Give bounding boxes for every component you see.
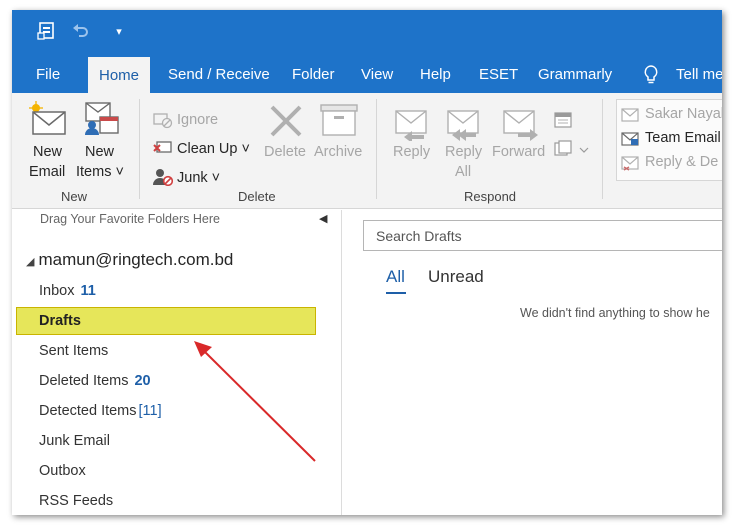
tab-folder[interactable]: Folder	[292, 56, 335, 93]
delete-label: Delete	[264, 144, 306, 160]
ignore-icon	[153, 111, 173, 134]
folder-deleted-items[interactable]: Deleted Items 20	[39, 373, 151, 389]
new-email-icon	[28, 101, 68, 142]
tab-file[interactable]: File	[36, 56, 60, 93]
tab-home[interactable]: Home	[88, 57, 151, 94]
group-label-respond: Respond	[464, 189, 517, 204]
tab-eset[interactable]: ESET	[479, 56, 518, 93]
customize-qat-icon[interactable]: ▾	[108, 21, 130, 43]
team-email-label: Team Email	[645, 130, 721, 146]
quick-step-team-email[interactable]: Team Email	[621, 128, 722, 150]
new-items-label-2: Items ˅	[76, 164, 124, 180]
folder-label: Deleted Items	[39, 373, 129, 389]
quick-step-reply-delete[interactable]: Reply & De	[621, 152, 722, 174]
archive-label: Archive	[314, 144, 363, 160]
new-email-label-2: Email	[29, 164, 66, 180]
item-count: [11]	[138, 403, 162, 419]
delete-icon	[268, 103, 304, 144]
ignore-label: Ignore	[177, 112, 219, 128]
filter-unread-tab[interactable]: Unread	[428, 267, 484, 287]
ribbon-separator	[139, 99, 140, 199]
reply-all-label-1: Reply	[445, 144, 483, 160]
quick-steps-gallery: Sakar Nayal Team Email Reply & De	[616, 99, 722, 181]
folder-label: Inbox	[39, 283, 75, 299]
folder-sent-items[interactable]: Sent Items	[39, 343, 108, 359]
tab-view[interactable]: View	[361, 56, 393, 93]
ribbon: New Email New Items ˅ New Ignore Clean U…	[12, 93, 722, 209]
reply-delete-label: Reply & De	[645, 154, 719, 170]
expand-triangle-icon[interactable]: ◢	[26, 256, 34, 268]
account-name: mamun@ringtech.com.bd	[38, 250, 234, 269]
title-bar: ▾	[12, 10, 722, 56]
new-items-label-1: New	[85, 144, 115, 160]
tab-help[interactable]: Help	[420, 56, 451, 93]
folder-junk-email[interactable]: Junk Email	[39, 433, 110, 449]
tell-me-icon[interactable]	[642, 56, 660, 93]
folder-label: Sent Items	[39, 343, 109, 359]
team-email-icon	[621, 131, 639, 152]
forward-icon	[500, 105, 540, 146]
folder-label: Junk Email	[39, 433, 110, 449]
tell-me-search[interactable]: Tell me	[676, 56, 722, 93]
quick-step-sakar[interactable]: Sakar Nayal	[621, 104, 722, 126]
junk-icon	[153, 168, 174, 191]
archive-icon	[320, 103, 358, 144]
unread-count: 20	[134, 373, 151, 389]
more-respond-icon[interactable]	[554, 140, 590, 163]
reply-label: Reply	[393, 144, 431, 160]
junk-label: Junk ˅	[177, 170, 221, 186]
reply-delete-icon	[621, 155, 639, 176]
reply-all-label-2: All	[455, 164, 472, 180]
folder-drafts[interactable]: Drafts	[39, 313, 81, 329]
folder-detected-items[interactable]: Detected Items [11]	[39, 403, 162, 419]
new-email-label-1: New	[33, 144, 63, 160]
empty-list-message: We didn't find anything to show he	[520, 306, 710, 320]
forward-label: Forward	[492, 144, 546, 160]
send-receive-all-icon[interactable]	[36, 21, 58, 43]
search-input[interactable]: Search Drafts	[363, 220, 722, 251]
meeting-reply-icon[interactable]	[554, 111, 574, 134]
folder-inbox[interactable]: Inbox 11	[39, 283, 96, 299]
favorites-drop-hint: Drag Your Favorite Folders Here	[40, 212, 220, 226]
folder-label: Detected Items	[39, 403, 137, 419]
undo-icon[interactable]	[70, 21, 92, 43]
reply-all-icon	[444, 105, 484, 146]
message-list-pane: Search Drafts All Unread We didn't find …	[343, 210, 722, 515]
folder-rss-feeds[interactable]: RSS Feeds	[39, 493, 113, 509]
active-filter-underline	[386, 292, 406, 294]
tab-grammarly[interactable]: Grammarly	[538, 56, 612, 93]
reply-icon	[392, 105, 432, 146]
group-label-delete: Delete	[238, 189, 276, 204]
clean-up-label: Clean Up ˅	[177, 141, 250, 157]
folder-label: Outbox	[39, 463, 86, 479]
folder-outbox[interactable]: Outbox	[39, 463, 86, 479]
group-label-new: New	[61, 189, 88, 204]
outlook-window: ▾ File Home Send / Receive Folder View H…	[12, 10, 722, 515]
tab-send-receive[interactable]: Send / Receive	[168, 56, 270, 93]
ribbon-separator	[602, 99, 603, 199]
quick-step-sakar-label: Sakar Nayal	[645, 106, 722, 122]
folder-pane: Drag Your Favorite Folders Here ◀ ◢ mamun…	[12, 210, 342, 515]
folder-label: RSS Feeds	[39, 493, 114, 509]
folder-label: Drafts	[39, 313, 81, 329]
unread-count: 11	[80, 283, 96, 299]
clean-up-icon	[153, 139, 173, 162]
new-items-icon	[82, 101, 122, 142]
filter-all-tab[interactable]: All	[386, 267, 405, 287]
quick-step-sakar-icon	[621, 107, 639, 128]
ribbon-tabs: File Home Send / Receive Folder View Hel…	[12, 56, 722, 94]
collapse-pane-icon[interactable]: ◀	[319, 212, 327, 225]
ribbon-separator	[376, 99, 377, 199]
account-header[interactable]: ◢ mamun@ringtech.com.bd	[26, 250, 233, 270]
